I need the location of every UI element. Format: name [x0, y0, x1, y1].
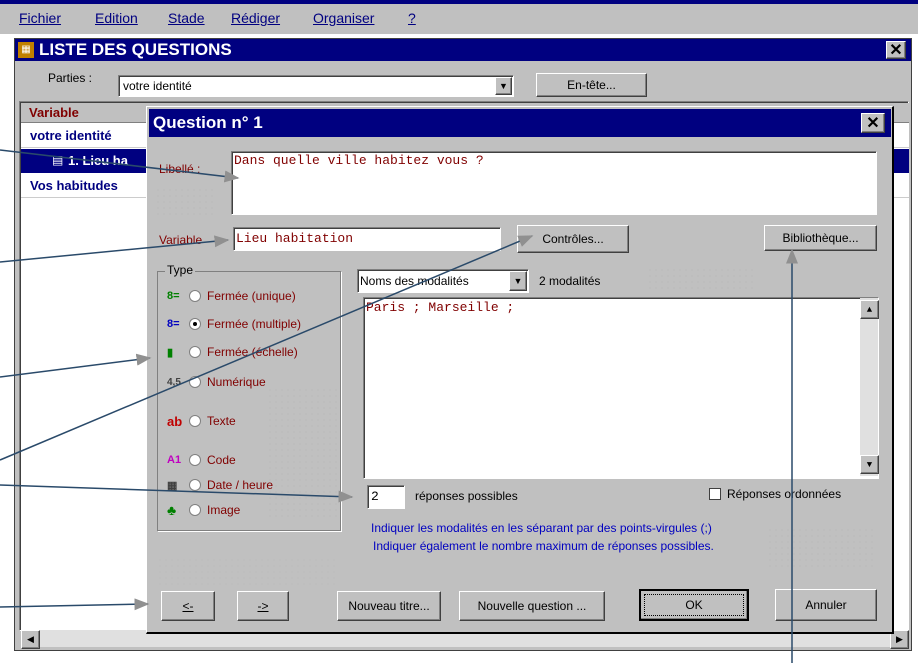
arrow-libelle: [0, 149, 240, 183]
arrow-type: [0, 353, 152, 378]
arrow-responses: [0, 484, 354, 503]
arrow-controles: [0, 235, 534, 461]
arrow-variable: [0, 235, 230, 263]
annotation-arrows: [0, 149, 798, 663]
arrow-navigation: [0, 598, 150, 611]
